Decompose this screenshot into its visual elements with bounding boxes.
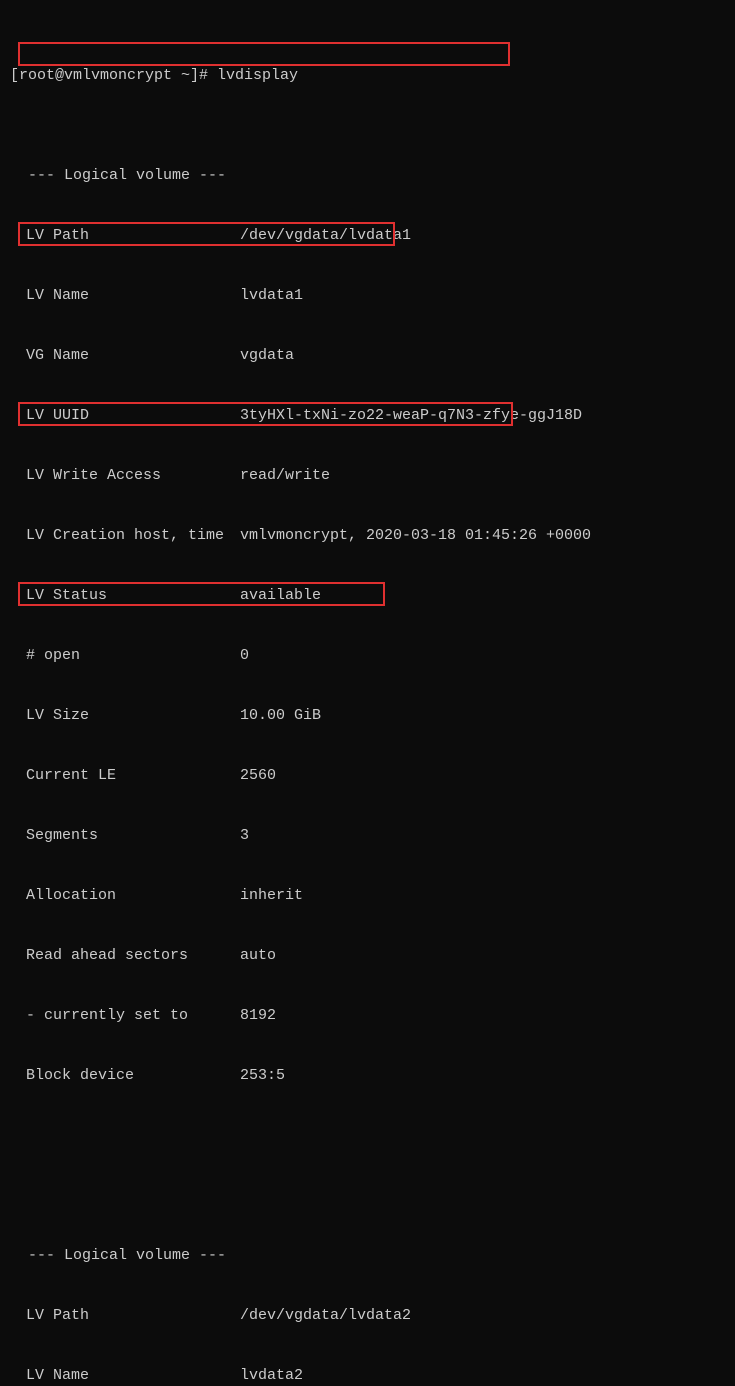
blank-line (10, 1146, 725, 1166)
lv-write-access-label: LV Write Access (10, 466, 240, 486)
lv-uuid-row: LV UUID 3tyHXl-txNi-zo22-weaP-q7N3-zfye-… (10, 406, 725, 426)
vg-name-row: VG Name vgdata (10, 346, 725, 366)
lv-creation-value: vmlvmoncrypt, 2020-03-18 01:45:26 +0000 (240, 526, 725, 546)
highlight-lv-path-1 (18, 42, 510, 66)
block-device-row: Block device 253:5 (10, 1066, 725, 1086)
read-ahead-label: Read ahead sectors (10, 946, 240, 966)
lv-name-label: LV Name (10, 1366, 240, 1386)
lv-path-label: LV Path (10, 226, 240, 246)
lv-name-row: LV Name lvdata1 (10, 286, 725, 306)
lv-size-label: LV Size (10, 706, 240, 726)
lv-path-row: LV Path /dev/vgdata/lvdata1 (10, 226, 725, 246)
segments-value: 3 (240, 826, 725, 846)
currently-set-label: - currently set to (10, 1006, 240, 1026)
lv-size-row: LV Size 10.00 GiB (10, 706, 725, 726)
read-ahead-row: Read ahead sectors auto (10, 946, 725, 966)
lv-name-label: LV Name (10, 286, 240, 306)
section-header: --- Logical volume --- (10, 166, 725, 186)
lv-write-access-row: LV Write Access read/write (10, 466, 725, 486)
lv-status-label: LV Status (10, 586, 240, 606)
lv-uuid-value: 3tyHXl-txNi-zo22-weaP-q7N3-zfye-ggJ18D (240, 406, 725, 426)
currently-set-row: - currently set to 8192 (10, 1006, 725, 1026)
lv-name-value: lvdata1 (240, 286, 725, 306)
segments-row: Segments 3 (10, 826, 725, 846)
lv-write-access-value: read/write (240, 466, 725, 486)
block-device-label: Block device (10, 1066, 240, 1086)
allocation-label: Allocation (10, 886, 240, 906)
lv-path-row: LV Path /dev/vgdata/lvdata2 (10, 1306, 725, 1326)
prompt-line: [root@vmlvmoncrypt ~]# lvdisplay (10, 66, 725, 86)
lv-creation-row: LV Creation host, time vmlvmoncrypt, 202… (10, 526, 725, 546)
lv-status-value: available (240, 586, 725, 606)
lv-size-value: 10.00 GiB (240, 706, 725, 726)
vg-name-label: VG Name (10, 346, 240, 366)
vg-name-value: vgdata (240, 346, 725, 366)
shell-prompt: [root@vmlvmoncrypt ~]# lvdisplay (10, 66, 298, 86)
lv-creation-label: LV Creation host, time (10, 526, 240, 546)
block-device-value: 253:5 (240, 1066, 725, 1086)
lv-path-value: /dev/vgdata/lvdata1 (240, 226, 725, 246)
current-le-value: 2560 (240, 766, 725, 786)
lv-name-row: LV Name lvdata2 (10, 1366, 725, 1386)
allocation-value: inherit (240, 886, 725, 906)
open-count-label: # open (10, 646, 240, 666)
segments-label: Segments (10, 826, 240, 846)
lv-name-value: lvdata2 (240, 1366, 725, 1386)
section-header: --- Logical volume --- (10, 1246, 725, 1266)
currently-set-value: 8192 (240, 1006, 725, 1026)
current-le-label: Current LE (10, 766, 240, 786)
terminal-output: [root@vmlvmoncrypt ~]# lvdisplay --- Log… (0, 0, 735, 1386)
lv-status-row: LV Status available (10, 586, 725, 606)
lv-uuid-label: LV UUID (10, 406, 240, 426)
lv-path-label: LV Path (10, 1306, 240, 1326)
read-ahead-value: auto (240, 946, 725, 966)
allocation-row: Allocation inherit (10, 886, 725, 906)
open-count-row: # open 0 (10, 646, 725, 666)
current-le-row: Current LE 2560 (10, 766, 725, 786)
lv-path-value: /dev/vgdata/lvdata2 (240, 1306, 725, 1326)
open-count-value: 0 (240, 646, 725, 666)
